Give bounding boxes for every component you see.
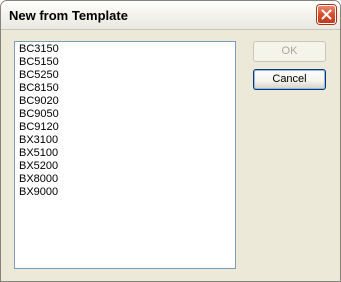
list-item[interactable]: BX5200 <box>15 160 235 173</box>
cancel-button[interactable]: Cancel <box>253 69 326 90</box>
dialog-window: New from Template BC3150 BC5150 BC5250 BC81… <box>0 0 341 282</box>
template-list-items: BC3150 BC5150 BC5250 BC8150 BC9020 BC9050 BC91… <box>15 42 235 199</box>
title-bar[interactable]: New from Template <box>1 1 340 30</box>
list-item[interactable]: BC5250 <box>15 69 235 82</box>
list-item[interactable]: BX8000 <box>15 173 235 186</box>
close-icon <box>321 9 332 20</box>
list-item[interactable]: BC3150 <box>15 43 235 56</box>
list-item[interactable]: BX5100 <box>15 147 235 160</box>
list-item[interactable]: BC9120 <box>15 121 235 134</box>
template-listbox[interactable]: BC3150 BC5150 BC5250 BC8150 BC9020 BC9050 BC91… <box>14 41 236 269</box>
list-item[interactable]: BX3100 <box>15 134 235 147</box>
close-button[interactable] <box>317 5 336 24</box>
list-item[interactable]: BC9050 <box>15 108 235 121</box>
list-item[interactable]: BC9020 <box>15 95 235 108</box>
dialog-body: BC3150 BC5150 BC5250 BC8150 BC9020 BC9050 BC91… <box>1 30 340 281</box>
ok-button[interactable]: OK <box>253 41 326 62</box>
list-item[interactable]: BX9000 <box>15 186 235 199</box>
list-item[interactable]: BC8150 <box>15 82 235 95</box>
list-item[interactable]: BC5150 <box>15 56 235 69</box>
dialog-title: New from Template <box>9 8 128 23</box>
